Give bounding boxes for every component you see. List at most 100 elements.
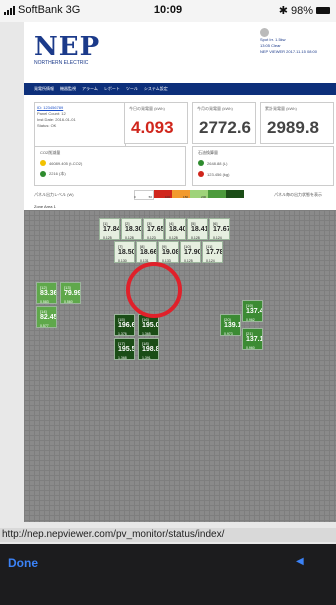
panel-energy: 0.133: [162, 259, 171, 263]
env-title: 石油換算量: [198, 150, 218, 155]
stat-total: 累計発電量 (kWh) 2989.8: [260, 102, 334, 144]
panel-output: 139.10: [224, 322, 240, 329]
panel-output: 195.54: [118, 346, 134, 353]
panel-output: 18.66: [140, 249, 157, 256]
legend-label: パネル出力レベル (W): [34, 192, 74, 197]
solar-panel[interactable]: [9] 19.08 0.133: [158, 241, 179, 263]
bulb-icon: [40, 160, 46, 166]
solar-panel[interactable]: [8] 18.66 0.131: [136, 241, 157, 263]
panel-energy: 0.130: [118, 259, 127, 263]
panel-energy: 0.962: [246, 318, 255, 322]
legend-tick: 50: [148, 195, 153, 199]
panel-energy: 0.124: [213, 236, 222, 240]
panel-energy: 0.125: [184, 259, 193, 263]
battery-icon: [316, 7, 330, 14]
done-button[interactable]: Done: [8, 556, 38, 570]
legend-tick: 0: [134, 195, 136, 199]
panel-energy: 0.128: [169, 236, 178, 240]
solar-panel[interactable]: [1] 17.84 0.125: [99, 218, 120, 240]
logo-subtitle: NORTHERN ELECTRIC: [34, 60, 89, 66]
solar-panel[interactable]: [10] 17.90 0.125: [180, 241, 201, 263]
panel-output: 17.67: [213, 226, 230, 233]
legend-tick: 150: [183, 195, 189, 199]
solar-panel[interactable]: [17]195.541.368: [114, 338, 135, 360]
status-bar: SoftBank 3G 10:09 ✱ 98%: [0, 0, 336, 22]
panel-layout-area: [1] 17.84 0.125 [2] 18.30 0.128 [3] 17.65 0.123[…: [24, 210, 336, 522]
info-line: Status: OK: [37, 123, 57, 128]
panel-output: 137.48: [246, 308, 262, 315]
weather-panel: Spot Irr. 1.5kw 13:05 Clear NEP VIEWER 2…: [260, 28, 330, 55]
nav-item[interactable]: アラーム: [82, 86, 98, 92]
nav-item[interactable]: 発電所情報: [34, 86, 54, 92]
panel-energy: 0.128: [125, 236, 134, 240]
site-logo[interactable]: NEP: [34, 32, 100, 62]
browser-toolbar: Done ◀: [0, 544, 336, 605]
solar-panel[interactable]: [19]137.480.962: [242, 300, 263, 322]
env-line: 123.456 (kg): [207, 171, 230, 177]
stat-value: 4.093: [131, 118, 174, 137]
solar-panel[interactable]: [14] 82.45 0.577: [36, 306, 57, 328]
stat-value: 2989.8: [267, 118, 319, 137]
weather-line: NEP VIEWER 2017.11.15 08:00: [260, 49, 317, 54]
main-nav: 発電所情報 機器監視 アラーム レポート ツール システム設定: [24, 83, 336, 95]
solar-panel[interactable]: [7] 18.50 0.130: [114, 241, 135, 263]
stat-month: 今月の発電量 (kWh) 2772.6: [192, 102, 256, 144]
env-title: CO2削減量: [40, 150, 61, 155]
panel-output: 18.40: [169, 226, 186, 233]
nav-item[interactable]: ツール: [126, 86, 138, 92]
panel-output: 18.30: [125, 226, 142, 233]
panel-output: 195.04: [142, 322, 158, 329]
stat-value: 2772.6: [199, 118, 251, 137]
nav-item[interactable]: システム設定: [144, 86, 168, 92]
back-arrow-icon[interactable]: ◀: [296, 556, 304, 567]
solar-panel[interactable]: [5] 18.41 0.128: [187, 218, 208, 240]
panel-energy: 0.973: [224, 332, 233, 336]
battery-percent: 98%: [290, 4, 313, 17]
nav-item[interactable]: 機器監視: [60, 86, 76, 92]
web-page: NEP NORTHERN ELECTRIC Spot Irr. 1.5kw 13…: [24, 22, 336, 522]
solar-panel[interactable]: [3] 17.65 0.123: [143, 218, 164, 240]
panel-output: 196.66: [118, 322, 134, 329]
panel-energy: 0.125: [103, 236, 112, 240]
solar-panel[interactable]: [6] 17.67 0.124: [209, 218, 230, 240]
panel-output: 79.99: [64, 290, 81, 297]
panel-energy: 0.123: [147, 236, 156, 240]
solar-panel[interactable]: [21]137.170.960: [242, 328, 263, 350]
panel-output: 19.08: [162, 249, 179, 256]
env-line: 46089.405 (t-CO2): [49, 160, 83, 166]
solar-panel[interactable]: [13] 79.99 0.560: [60, 282, 81, 304]
panel-output: 18.41: [191, 226, 208, 233]
solar-panel[interactable]: [12] 83.36 0.583: [36, 282, 57, 304]
zone-title: Zone Area 1: [34, 204, 56, 209]
solar-panel[interactable]: [2] 18.30 0.128: [121, 218, 142, 240]
plant-info: ID: 123456789 Panel Count: 12 Inst Date:…: [34, 102, 126, 148]
panel-energy: 0.560: [64, 300, 73, 304]
solar-panel[interactable]: [4] 18.40 0.128: [165, 218, 186, 240]
panel-output: 198.80: [142, 346, 158, 353]
highlight-circle: [126, 262, 182, 318]
env-co2: CO2削減量 46089.405 (t-CO2) 2216 (本): [34, 146, 186, 186]
output-legend: パネル出力レベル (W) 0 50 100 150 200 パネル毎の出力状態を…: [34, 190, 332, 200]
tree-icon: [40, 171, 46, 177]
url-status-bar: http://nep.nepviewer.com/pv_monitor/stat…: [0, 528, 336, 542]
panel-output: 17.65: [147, 226, 164, 233]
stat-label: 累計発電量 (kWh): [265, 106, 297, 111]
panel-output: 17.84: [103, 226, 120, 233]
stat-label: 今月の発電量 (kWh): [197, 106, 233, 111]
panel-energy: 1.391: [142, 356, 151, 360]
legend-note: パネル毎の出力状態を表示: [274, 192, 322, 197]
panel-energy: 0.960: [246, 346, 255, 350]
stat-today: 今日の発電量 (kWh) 4.093: [124, 102, 188, 144]
panel-energy: 1.368: [118, 356, 127, 360]
solar-panel[interactable]: [20]139.100.973: [220, 314, 241, 336]
legend-ticks: 0 50 100 150 200: [134, 195, 206, 199]
panel-output: 82.45: [40, 314, 57, 321]
car-icon: [198, 171, 204, 177]
leaf-icon: [198, 160, 204, 166]
nav-item[interactable]: レポート: [104, 86, 120, 92]
solar-panel[interactable]: [11] 17.78 0.124: [202, 241, 223, 263]
panel-output: 83.36: [40, 290, 57, 297]
solar-panel[interactable]: [15]196.661.376: [114, 314, 135, 336]
solar-panel[interactable]: [18]198.801.391: [138, 338, 159, 360]
site-header: NEP NORTHERN ELECTRIC Spot Irr. 1.5kw 13…: [24, 22, 336, 66]
